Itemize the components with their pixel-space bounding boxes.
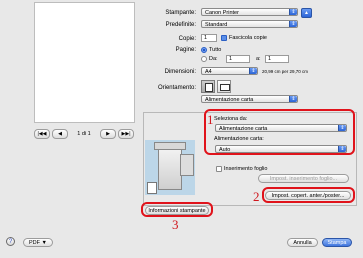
prev-page-button[interactable]: ◀ [52,128,68,139]
page-count: 1 di 1 [77,130,91,137]
chevron-updown-icon: ⇕ [249,68,257,74]
copies-label: Copie: [178,36,196,42]
collate-label: Fascicola copie [229,35,267,41]
annotation-box-2 [262,187,355,203]
paper-stack-icon [147,182,157,194]
preset-label: Predefinite: [165,22,196,28]
dimensions-label: Dimensioni: [164,69,196,75]
copier-top [154,142,186,150]
help-button[interactable]: ? [6,237,15,246]
pdf-menu-button[interactable]: PDF ▼ [23,238,53,247]
print-button[interactable]: Stampa [322,238,352,247]
insert-sheet-label: Inserimento foglio [224,166,268,172]
insert-sheet-checkbox[interactable] [216,166,222,172]
disclosure-button[interactable]: ▲ [301,8,312,18]
chevron-updown-icon: ⇕ [289,9,297,15]
print-dialog: { "labels": { "printer": "Stampante:", "… [0,0,363,258]
preset-value: Standard [205,22,228,28]
section-select[interactable]: Alimentazione carta ⇕ [201,95,298,103]
paper-size-detail: 20,99 cm per 29,70 cm [262,69,309,74]
portrait-button[interactable] [201,80,215,93]
next-page-button[interactable]: ▶ [100,128,116,139]
copier-body [158,146,182,190]
preset-select[interactable]: Standard ⇕ [201,20,298,28]
paper-size-value: A4 [205,69,212,75]
annotation-box-1 [204,109,355,155]
paper-size-select[interactable]: A4 ⇕ [201,67,258,75]
pages-to-label: a: [256,56,261,62]
insert-sheet-settings-button[interactable]: Impost. inserimento foglio... [258,174,349,183]
pages-all-label: Tutto [209,47,222,53]
chevron-updown-icon: ⇕ [289,21,297,27]
pages-range-radio[interactable] [201,56,207,62]
triangle-up-icon: ▲ [304,10,309,16]
portrait-icon [205,83,213,92]
landscape-button[interactable] [217,80,231,93]
page-preview [34,2,135,123]
section-value: Alimentazione carta [205,97,254,103]
printer-label: Stampante: [165,10,196,16]
pages-all-radio[interactable] [201,47,207,53]
pages-from-input[interactable]: 1 [226,55,250,63]
printer-value: Canon Printer [205,10,239,16]
chevron-updown-icon: ⇕ [289,96,297,102]
copies-input[interactable]: 1 [201,34,217,42]
preview-navigation: |◀◀ ◀ 1 di 1 ▶ ▶▶| [34,128,134,139]
annotation-number-1: 1 [207,112,214,127]
landscape-icon [220,84,230,91]
question-icon: ? [8,239,13,245]
copier-side-tray [180,154,194,176]
orientation-label: Orientamento: [157,85,196,91]
pages-to-input[interactable]: 1 [265,55,289,63]
collate-checkbox[interactable] [221,35,227,41]
annotation-number-2: 2 [253,189,260,204]
annotation-number-3: 3 [172,217,179,232]
cancel-button[interactable]: Annulla [287,238,318,247]
pages-label: Pagine: [175,47,196,53]
annotation-box-3 [141,202,213,217]
last-page-button[interactable]: ▶▶| [118,128,134,139]
printer-select[interactable]: Canon Printer ⇕ [201,8,298,16]
pages-from-label: Da: [209,56,218,62]
first-page-button[interactable]: |◀◀ [34,128,50,139]
